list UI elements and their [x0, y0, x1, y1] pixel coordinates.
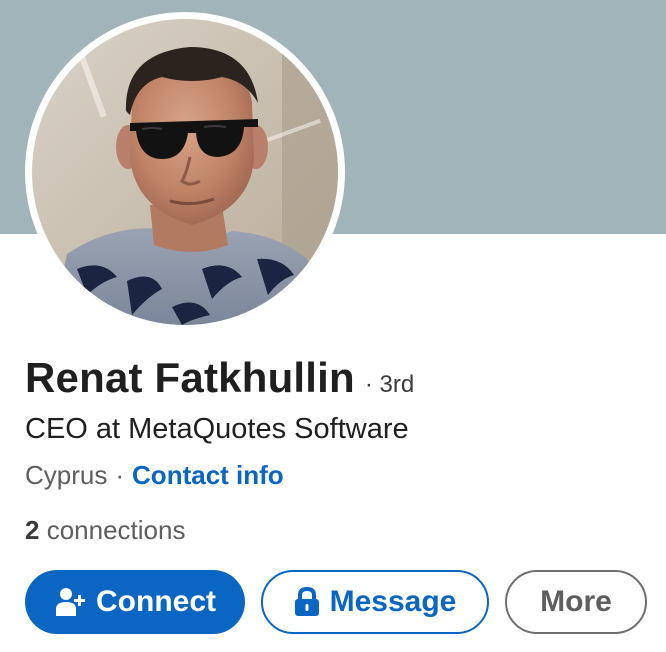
profile-headline: CEO at MetaQuotes Software — [25, 413, 409, 445]
more-label: More — [540, 585, 612, 618]
connection-degree: · 3rd — [364, 371, 415, 398]
avatar-frame — [25, 12, 345, 332]
connections-link[interactable]: 2 connections — [25, 515, 185, 546]
connect-button[interactable]: Connect — [25, 570, 245, 634]
profile-name: Renat Fatkhullin — [25, 354, 355, 401]
avatar[interactable] — [32, 19, 338, 325]
message-label: Message — [329, 585, 457, 618]
connect-label: Connect — [96, 585, 216, 618]
connections-count: 2 — [25, 515, 40, 545]
person-add-icon — [54, 586, 86, 618]
name-row: Renat Fatkhullin · 3rd — [25, 354, 414, 402]
location-row: Cyprus · Contact info — [25, 460, 284, 491]
connections-label: connections — [46, 515, 186, 545]
contact-info-link[interactable]: Contact info — [132, 460, 284, 491]
message-button[interactable]: Message — [261, 570, 489, 634]
profile-location: Cyprus — [25, 460, 108, 490]
lock-icon — [294, 587, 320, 617]
more-button[interactable]: More — [505, 570, 647, 634]
separator-dot: · — [115, 460, 125, 490]
profile-card: Renat Fatkhullin · 3rd CEO at MetaQuotes… — [0, 0, 666, 652]
